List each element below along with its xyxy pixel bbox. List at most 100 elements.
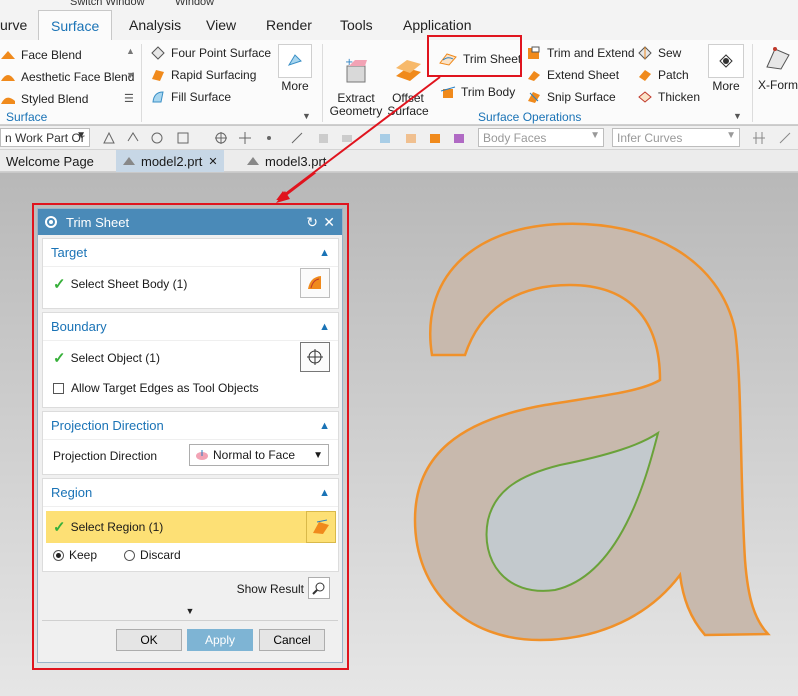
fill-surface-button[interactable]: Fill Surface — [150, 89, 231, 105]
expand-more-icon[interactable]: ▼ — [38, 606, 342, 616]
select-sheet-body-button[interactable] — [300, 268, 330, 298]
group-divider — [322, 44, 323, 122]
sheet-icon[interactable] — [340, 131, 354, 145]
allow-target-edges-row[interactable]: Allow Target Edges as Tool Objects — [43, 375, 338, 401]
trim-and-extend-icon — [528, 46, 540, 59]
more-operations-button[interactable]: More — [707, 44, 745, 93]
selection-filter-icon[interactable] — [102, 131, 116, 145]
trim-sheet-dialog: Trim Sheet ↻ ✕ Target ▲ ✓ Select Sheet B… — [37, 208, 343, 663]
select-region-button[interactable] — [306, 511, 336, 543]
more-operations-dropdown[interactable]: ▼ — [733, 111, 742, 121]
face-rule-combo[interactable]: Body Faces ▼ — [478, 128, 604, 147]
curve-rule-combo[interactable]: Infer Curves ▼ — [612, 128, 740, 147]
shaded-view-icon[interactable] — [378, 131, 392, 145]
four-point-surface-icon — [151, 46, 165, 60]
region-header[interactable]: Region ▲ — [43, 479, 338, 507]
solid-icon[interactable] — [316, 131, 330, 145]
tab-curve[interactable]: urve — [0, 17, 27, 33]
face-rule-icon[interactable] — [126, 131, 140, 145]
extract-geometry-button[interactable]: + Extract Geometry — [328, 43, 384, 118]
rapid-surfacing-button[interactable]: Rapid Surfacing — [150, 67, 256, 83]
offset-surface-icon — [396, 60, 421, 81]
edge-view-icon[interactable] — [428, 131, 442, 145]
gallery-scroll-up[interactable]: ▲ — [126, 46, 135, 56]
apply-button[interactable]: Apply — [187, 629, 253, 651]
feature-icon[interactable] — [176, 131, 190, 145]
ok-button[interactable]: OK — [116, 629, 182, 651]
projection-direction-value: Normal to Face — [213, 448, 296, 462]
move-icon[interactable] — [238, 131, 252, 145]
show-result-button[interactable] — [308, 577, 330, 599]
collapse-icon[interactable]: ▲ — [319, 420, 330, 432]
close-icon[interactable]: ✕ — [323, 214, 335, 231]
styled-blend-button[interactable]: Styled Blend — [0, 91, 88, 107]
trim-body-button[interactable]: Trim Body — [440, 84, 515, 100]
collapse-icon[interactable]: ▲ — [319, 487, 330, 499]
gallery-scroll-down[interactable]: ▼ — [126, 70, 135, 80]
projection-direction-select[interactable]: Normal to Face ▼ — [189, 444, 329, 466]
x-form-button[interactable]: X-Form — [758, 43, 798, 92]
select-object-row[interactable]: ✓ Select Object (1) — [43, 341, 338, 375]
boundary-header-label: Boundary — [51, 319, 107, 334]
keep-radio[interactable] — [53, 549, 64, 561]
collapse-icon[interactable]: ▲ — [319, 247, 330, 259]
more-surface-button[interactable]: More — [277, 44, 313, 93]
cancel-button[interactable]: Cancel — [259, 629, 325, 651]
snap-point-icon[interactable] — [214, 131, 228, 145]
trim-and-extend-button[interactable]: Trim and Extend — [526, 45, 635, 61]
switch-window-item[interactable]: Switch Window — [70, 0, 145, 8]
welcome-page-tab[interactable]: Welcome Page — [0, 150, 100, 172]
checkmark-icon: ✓ — [53, 519, 66, 536]
tab-render[interactable]: Render — [266, 17, 312, 33]
work-part-filter[interactable]: n Work Part Or ▼ — [0, 128, 90, 147]
tab-view[interactable]: View — [206, 17, 236, 33]
select-object-button[interactable] — [300, 342, 330, 372]
wireframe-view-icon[interactable] — [404, 131, 418, 145]
four-point-surface-button[interactable]: Four Point Surface — [150, 45, 271, 61]
tab-surface[interactable]: Surface — [38, 10, 113, 41]
curve-rule-icon[interactable] — [150, 131, 164, 145]
dialog-title-bar[interactable]: Trim Sheet ↻ ✕ — [38, 209, 342, 235]
thicken-icon — [638, 91, 652, 103]
offset-surface-button[interactable]: Offset Surface — [387, 43, 429, 118]
select-region-row[interactable]: ✓ Select Region (1) — [46, 511, 336, 543]
collapse-icon[interactable]: ▲ — [319, 321, 330, 333]
studio-view-icon[interactable] — [452, 131, 466, 145]
model3-tab[interactable]: model3.prt — [240, 150, 332, 172]
reset-icon[interactable]: ↻ — [306, 214, 318, 231]
chevron-down-icon: ▼ — [76, 130, 86, 141]
extend-sheet-button[interactable]: Extend Sheet — [526, 67, 619, 83]
allow-target-edges-checkbox[interactable] — [53, 382, 64, 394]
styled-blend-icon — [1, 97, 15, 104]
target-header[interactable]: Target ▲ — [43, 239, 338, 267]
projection-direction-header[interactable]: Projection Direction ▲ — [43, 412, 338, 440]
gallery-expand[interactable]: ☰ — [124, 92, 134, 105]
projection-direction-header-label: Projection Direction — [51, 418, 164, 433]
vertex-icon[interactable] — [262, 131, 276, 145]
tab-application[interactable]: Application — [403, 17, 472, 33]
patch-button[interactable]: Patch — [637, 67, 689, 83]
thicken-button[interactable]: Thicken — [637, 89, 700, 105]
window-menu-item[interactable]: Window — [175, 0, 214, 8]
face-blend-button[interactable]: Face Blend — [0, 47, 82, 63]
part-file-icon — [123, 157, 135, 165]
boundary-header[interactable]: Boundary ▲ — [43, 313, 338, 341]
snip-surface-button[interactable]: Snip Surface — [526, 89, 616, 105]
tab-tools[interactable]: Tools — [340, 17, 373, 33]
fill-surface-label: Fill Surface — [171, 90, 232, 104]
discard-radio[interactable] — [124, 549, 136, 561]
follow-fillet-icon[interactable] — [778, 131, 792, 145]
close-icon[interactable]: ✕ — [208, 155, 217, 168]
point-icon[interactable] — [290, 131, 304, 145]
trim-sheet-highlight — [427, 35, 522, 77]
tab-analysis[interactable]: Analysis — [129, 17, 181, 33]
model2-tab[interactable]: model2.prt ✕ — [116, 150, 224, 172]
gear-icon[interactable] — [44, 215, 58, 229]
projection-direction-section: Projection Direction ▲ Projection Direct… — [42, 411, 339, 475]
face-blend-label: Face Blend — [21, 48, 82, 62]
aesthetic-face-blend-button[interactable]: Aesthetic Face Blend — [0, 69, 134, 85]
sew-button[interactable]: Sew — [637, 45, 681, 61]
more-surface-dropdown[interactable]: ▼ — [302, 111, 311, 121]
stop-at-intersection-icon[interactable] — [752, 131, 766, 145]
select-sheet-body-row[interactable]: ✓ Select Sheet Body (1) — [43, 267, 338, 301]
